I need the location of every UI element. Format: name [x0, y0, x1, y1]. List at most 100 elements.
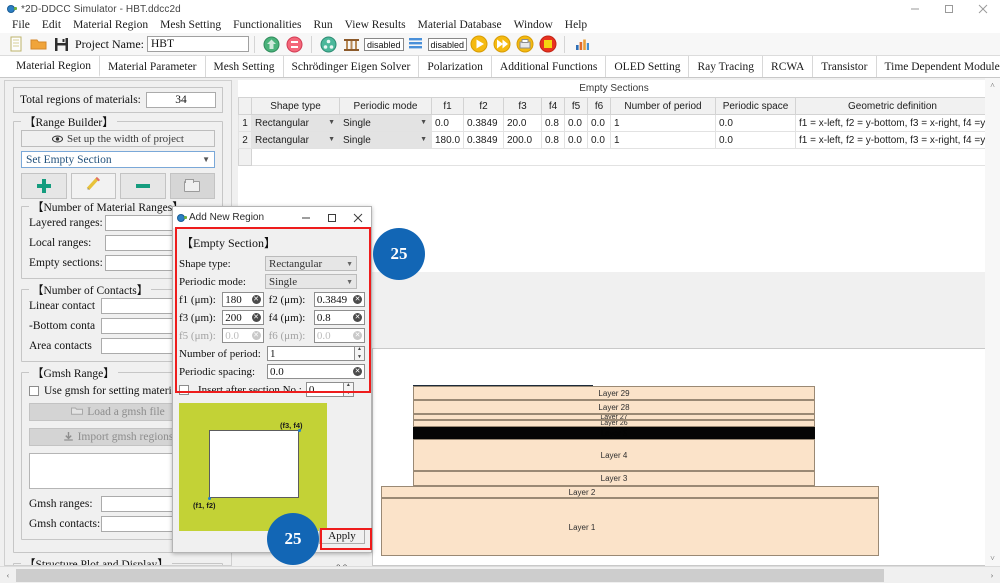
cell-f2[interactable]: 0.3849 — [463, 131, 504, 149]
tab-rcwa[interactable]: RCWA — [763, 56, 814, 77]
clear-icon[interactable]: ✕ — [353, 313, 363, 322]
menu-item-window[interactable]: Window — [508, 18, 559, 33]
cell-f5[interactable]: 0.0 — [564, 131, 588, 149]
edit-region-button[interactable] — [70, 173, 116, 199]
scroll-down-icon[interactable]: ˅ — [985, 551, 1000, 566]
f4-input[interactable]: 0.8 ✕ — [313, 310, 366, 325]
project-name-input[interactable]: HBT — [146, 36, 249, 52]
tab-label: Additional Functions — [499, 60, 598, 73]
tab-schrodinger-eigen-solver[interactable]: Schrödinger Eigen Solver — [284, 56, 420, 77]
menu-item-view-results[interactable]: View Results — [339, 18, 412, 33]
structure-icon[interactable] — [341, 34, 362, 54]
scroll-up-icon[interactable]: ˄ — [985, 78, 1000, 93]
cell-f6[interactable]: 0.0 — [587, 114, 611, 132]
table-row[interactable]: 1 Rectangular ▼ Single ▼ 0.0 0.3849 20.0… — [238, 114, 990, 132]
menu-item-run[interactable]: Run — [308, 18, 339, 33]
scroll-thumb[interactable] — [16, 568, 884, 582]
cell-periodic-mode[interactable]: Single ▼ — [339, 114, 432, 132]
stepper-icon[interactable]: ▲ ▼ — [354, 347, 364, 360]
cell-f2[interactable]: 0.3849 — [463, 114, 504, 132]
tab-additional-functions[interactable]: Additional Functions — [492, 56, 607, 77]
dialog-close-icon[interactable] — [345, 207, 371, 228]
f3-input[interactable]: 200 ✕ — [222, 310, 264, 325]
open-folder-icon[interactable] — [28, 34, 49, 54]
scroll-track[interactable] — [16, 567, 984, 583]
insert-after-checkbox[interactable] — [179, 384, 189, 395]
clear-icon[interactable]: ✕ — [251, 313, 261, 322]
cell-f4[interactable]: 0.8 — [541, 114, 565, 132]
menu-item-material-database[interactable]: Material Database — [412, 18, 508, 33]
cell-f3[interactable]: 20.0 — [503, 114, 542, 132]
chart-bar-icon[interactable] — [571, 34, 592, 54]
tab-material-region[interactable]: Material Region — [8, 56, 101, 77]
cell-f6[interactable]: 0.0 — [587, 131, 611, 149]
setup-width-button[interactable]: Set up the width of project — [21, 130, 215, 147]
menu-item-functionalities[interactable]: Functionalities — [227, 18, 307, 33]
cell-f4[interactable]: 0.8 — [541, 131, 565, 149]
f2-input[interactable]: 0.3849 ✕ — [313, 292, 366, 307]
cell-f1[interactable]: 0.0 — [431, 114, 464, 132]
total-regions-label: Total regions of materials: — [20, 94, 141, 106]
application-window: *2D-DDCC Simulator - HBT.ddcc2d File Edi… — [0, 0, 1000, 583]
tab-polarization[interactable]: Polarization — [419, 56, 492, 77]
close-icon[interactable] — [966, 0, 1000, 18]
stepper-icon[interactable]: ▲ ▼ — [342, 383, 353, 396]
horizontal-scrollbar[interactable]: ‹ › — [0, 566, 1000, 583]
folder-region-button[interactable] — [169, 173, 215, 199]
tab-time-dependent-module[interactable]: Time Dependent Module — [877, 56, 1000, 77]
run-play-icon[interactable] — [468, 34, 489, 54]
tab-label: Ray Tracing — [697, 60, 755, 73]
tab-material-parameter[interactable]: Material Parameter — [100, 56, 206, 77]
cell-f5[interactable]: 0.0 — [564, 114, 588, 132]
menu-item-mesh-setting[interactable]: Mesh Setting — [154, 18, 227, 33]
run-batch-icon[interactable] — [514, 34, 535, 54]
cell-shape-type[interactable]: Rectangular ▼ — [251, 131, 340, 149]
scroll-left-icon[interactable]: ‹ — [0, 567, 16, 583]
structure-plot-canvas[interactable]: Layer 29 Layer 28 Layer 27 Layer 26 Laye… — [372, 348, 990, 566]
periodic-mode-select[interactable]: Single ▼ — [265, 274, 357, 289]
clear-icon[interactable]: ✕ — [251, 295, 261, 304]
table-row[interactable]: 2 Rectangular ▼ Single ▼ 180.0 0.3849 20… — [238, 131, 990, 149]
section-type-select[interactable]: Set Empty Section ▼ — [21, 151, 215, 168]
maximize-icon[interactable] — [932, 0, 966, 18]
minimize-icon[interactable] — [898, 0, 932, 18]
cell-shape-type[interactable]: Rectangular ▼ — [251, 114, 340, 132]
cell-f3[interactable]: 200.0 — [503, 131, 542, 149]
save-disk-icon[interactable] — [51, 34, 72, 54]
remove-region-button[interactable] — [120, 173, 166, 199]
dialog-maximize-icon[interactable] — [319, 207, 345, 228]
add-region-button[interactable] — [21, 173, 67, 199]
menu-item-material-region[interactable]: Material Region — [67, 18, 154, 33]
f1-input[interactable]: 180 ✕ — [222, 292, 264, 307]
dialog-minimize-icon[interactable] — [293, 207, 319, 228]
layers-icon[interactable] — [405, 34, 426, 54]
run-fast-forward-icon[interactable] — [491, 34, 512, 54]
menu-item-edit[interactable]: Edit — [36, 18, 67, 33]
atom-icon[interactable] — [318, 34, 339, 54]
tab-mesh-setting[interactable]: Mesh Setting — [206, 56, 284, 77]
shape-type-select[interactable]: Rectangular ▼ — [265, 256, 357, 271]
refresh-green-icon[interactable] — [261, 34, 282, 54]
number-of-period-input[interactable]: 1 ▲ ▼ — [267, 346, 365, 361]
clear-icon[interactable]: ✕ — [353, 295, 363, 304]
clear-icon[interactable]: ✕ — [353, 367, 362, 376]
tab-ray-tracing[interactable]: Ray Tracing — [689, 56, 764, 77]
new-document-icon[interactable] — [5, 34, 26, 54]
cell-periodic-space[interactable]: 0.0 — [715, 131, 796, 149]
menu-item-file[interactable]: File — [6, 18, 36, 33]
menu-item-help[interactable]: Help — [559, 18, 593, 33]
cell-periodic-mode[interactable]: Single ▼ — [339, 131, 432, 149]
tab-oled-setting[interactable]: OLED Setting — [606, 56, 690, 77]
stop-icon[interactable] — [537, 34, 558, 54]
cell-number-of-period[interactable]: 1 — [610, 131, 716, 149]
insert-after-input[interactable]: 0 ▲ ▼ — [305, 382, 354, 397]
cell-number-of-period[interactable]: 1 — [610, 114, 716, 132]
periodic-spacing-input[interactable]: 0.0 ✕ — [267, 364, 365, 379]
recycle-red-icon[interactable] — [284, 34, 305, 54]
scroll-right-icon[interactable]: › — [984, 567, 1000, 583]
periodic-mode-value: Single — [269, 275, 298, 288]
tab-transistor[interactable]: Transistor — [813, 56, 877, 77]
cell-periodic-space[interactable]: 0.0 — [715, 114, 796, 132]
cell-f1[interactable]: 180.0 — [431, 131, 464, 149]
vertical-scrollbar[interactable]: ˄ ˅ — [985, 78, 1000, 566]
